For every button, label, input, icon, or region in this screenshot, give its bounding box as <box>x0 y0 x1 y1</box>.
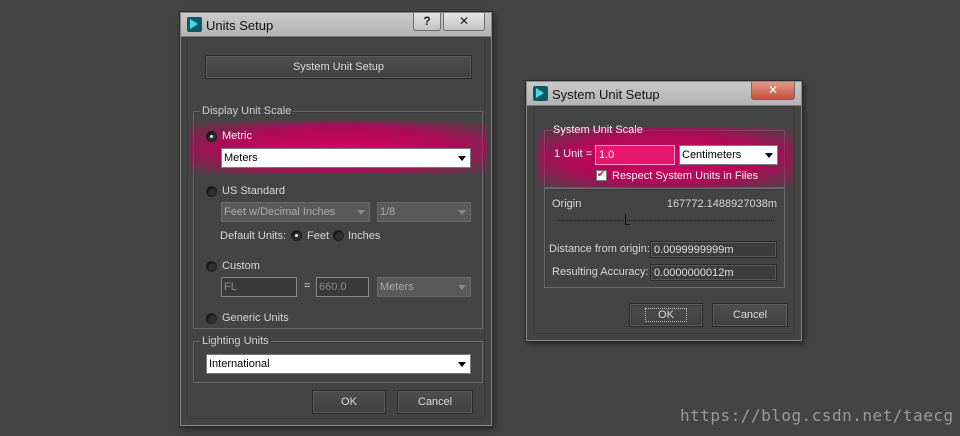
app-icon <box>187 17 202 32</box>
unit-type-select-value: Centimeters <box>682 149 742 161</box>
generic-units-radio[interactable] <box>206 313 217 324</box>
chevron-down-icon <box>765 153 773 158</box>
lighting-select-value: International <box>209 358 270 370</box>
cancel-button[interactable]: Cancel <box>397 390 473 414</box>
watermark: https://blog.csdn.net/taecg <box>680 406 954 425</box>
lighting-units-group: Lighting Units International <box>193 335 483 383</box>
group-label: Display Unit Scale <box>200 105 294 117</box>
origin-value: 167772.1488927038m <box>666 198 777 210</box>
custom-unit-select[interactable]: Meters <box>377 277 471 297</box>
us-unit-select-value: Feet w/Decimal Inches <box>224 206 336 218</box>
origin-label: Origin <box>552 198 582 210</box>
feet-radio[interactable] <box>291 230 302 241</box>
help-button[interactable]: ? <box>413 13 441 31</box>
feet-label: Feet <box>307 230 330 242</box>
display-unit-scale-group: Display Unit Scale Metric Meters US Stan… <box>190 105 488 329</box>
us-unit-select[interactable]: Feet w/Decimal Inches <box>221 202 370 222</box>
custom-amount-field[interactable]: 660.0 <box>316 277 369 297</box>
accuracy-label: Resulting Accuracy: <box>552 266 649 278</box>
group-label: System Unit Scale <box>553 124 643 136</box>
origin-slider-track[interactable] <box>557 220 774 223</box>
us-fraction-select[interactable]: 1/8 <box>377 202 471 222</box>
origin-slider-thumb[interactable] <box>625 214 630 225</box>
accuracy-field: 0.0000000012m <box>650 264 777 281</box>
close-button[interactable]: ✕ <box>443 13 485 31</box>
system-unit-setup-client: System Unit Scale 1 Unit = 1.0 Centimete… <box>533 106 795 334</box>
respect-units-label: Respect System Units in Files <box>612 170 759 182</box>
us-fraction-select-value: 1/8 <box>380 206 396 218</box>
lighting-select[interactable]: International <box>206 354 471 374</box>
chevron-down-icon <box>458 156 466 161</box>
metric-radio[interactable] <box>206 131 217 142</box>
metric-select[interactable]: Meters <box>221 148 471 168</box>
distance-label: Distance from origin: <box>549 243 650 255</box>
system-unit-setup-dialog: System Unit Setup ✕ System Unit Scale 1 … <box>526 81 802 341</box>
system-unit-scale-group: System Unit Scale 1 Unit = 1.0 Centimete… <box>537 124 793 189</box>
custom-unit-select-value: Meters <box>380 281 414 293</box>
system-unit-setup-titlebar[interactable]: System Unit Setup ✕ <box>527 82 801 106</box>
ok-button-label: OK <box>645 308 687 322</box>
custom-label: Custom <box>222 260 260 272</box>
equals-label: = <box>304 280 311 292</box>
us-standard-radio[interactable] <box>206 186 217 197</box>
app-icon <box>533 86 548 101</box>
group-label: Lighting Units <box>200 335 271 347</box>
inches-radio[interactable] <box>333 230 344 241</box>
us-standard-label: US Standard <box>222 185 285 197</box>
units-setup-dialog: Units Setup ? ✕ System Unit Setup Displa… <box>180 12 492 426</box>
metric-select-value: Meters <box>224 152 258 164</box>
ok-button[interactable]: OK <box>629 303 703 327</box>
chevron-down-icon <box>458 362 466 367</box>
system-unit-setup-button[interactable]: System Unit Setup <box>205 55 472 79</box>
chevron-down-icon <box>458 210 466 215</box>
inches-label: Inches <box>348 230 381 242</box>
custom-name-field[interactable]: FL <box>221 277 297 297</box>
units-setup-client: System Unit Setup Display Unit Scale Met… <box>187 37 488 419</box>
respect-units-checkbox[interactable] <box>596 169 607 181</box>
unit-type-select[interactable]: Centimeters <box>679 145 778 165</box>
ok-button[interactable]: OK <box>312 390 386 414</box>
dialog-title: Units Setup <box>206 18 274 33</box>
custom-radio[interactable] <box>206 261 217 272</box>
distance-field: 0.0099999999m <box>650 241 777 258</box>
default-units-label: Default Units: <box>220 230 287 242</box>
chevron-down-icon <box>458 285 466 290</box>
origin-group: Origin 167772.1488927038m Distance from … <box>544 188 785 288</box>
chevron-down-icon <box>357 210 365 215</box>
metric-label: Metric <box>222 130 252 142</box>
unit-prefix-label: 1 Unit = <box>554 148 593 160</box>
cancel-button[interactable]: Cancel <box>712 303 788 327</box>
dialog-title: System Unit Setup <box>552 87 660 102</box>
unit-value-field[interactable]: 1.0 <box>595 145 675 165</box>
close-button[interactable]: ✕ <box>751 82 795 100</box>
units-setup-titlebar[interactable]: Units Setup ? ✕ <box>181 13 491 37</box>
generic-units-label: Generic Units <box>222 312 289 324</box>
